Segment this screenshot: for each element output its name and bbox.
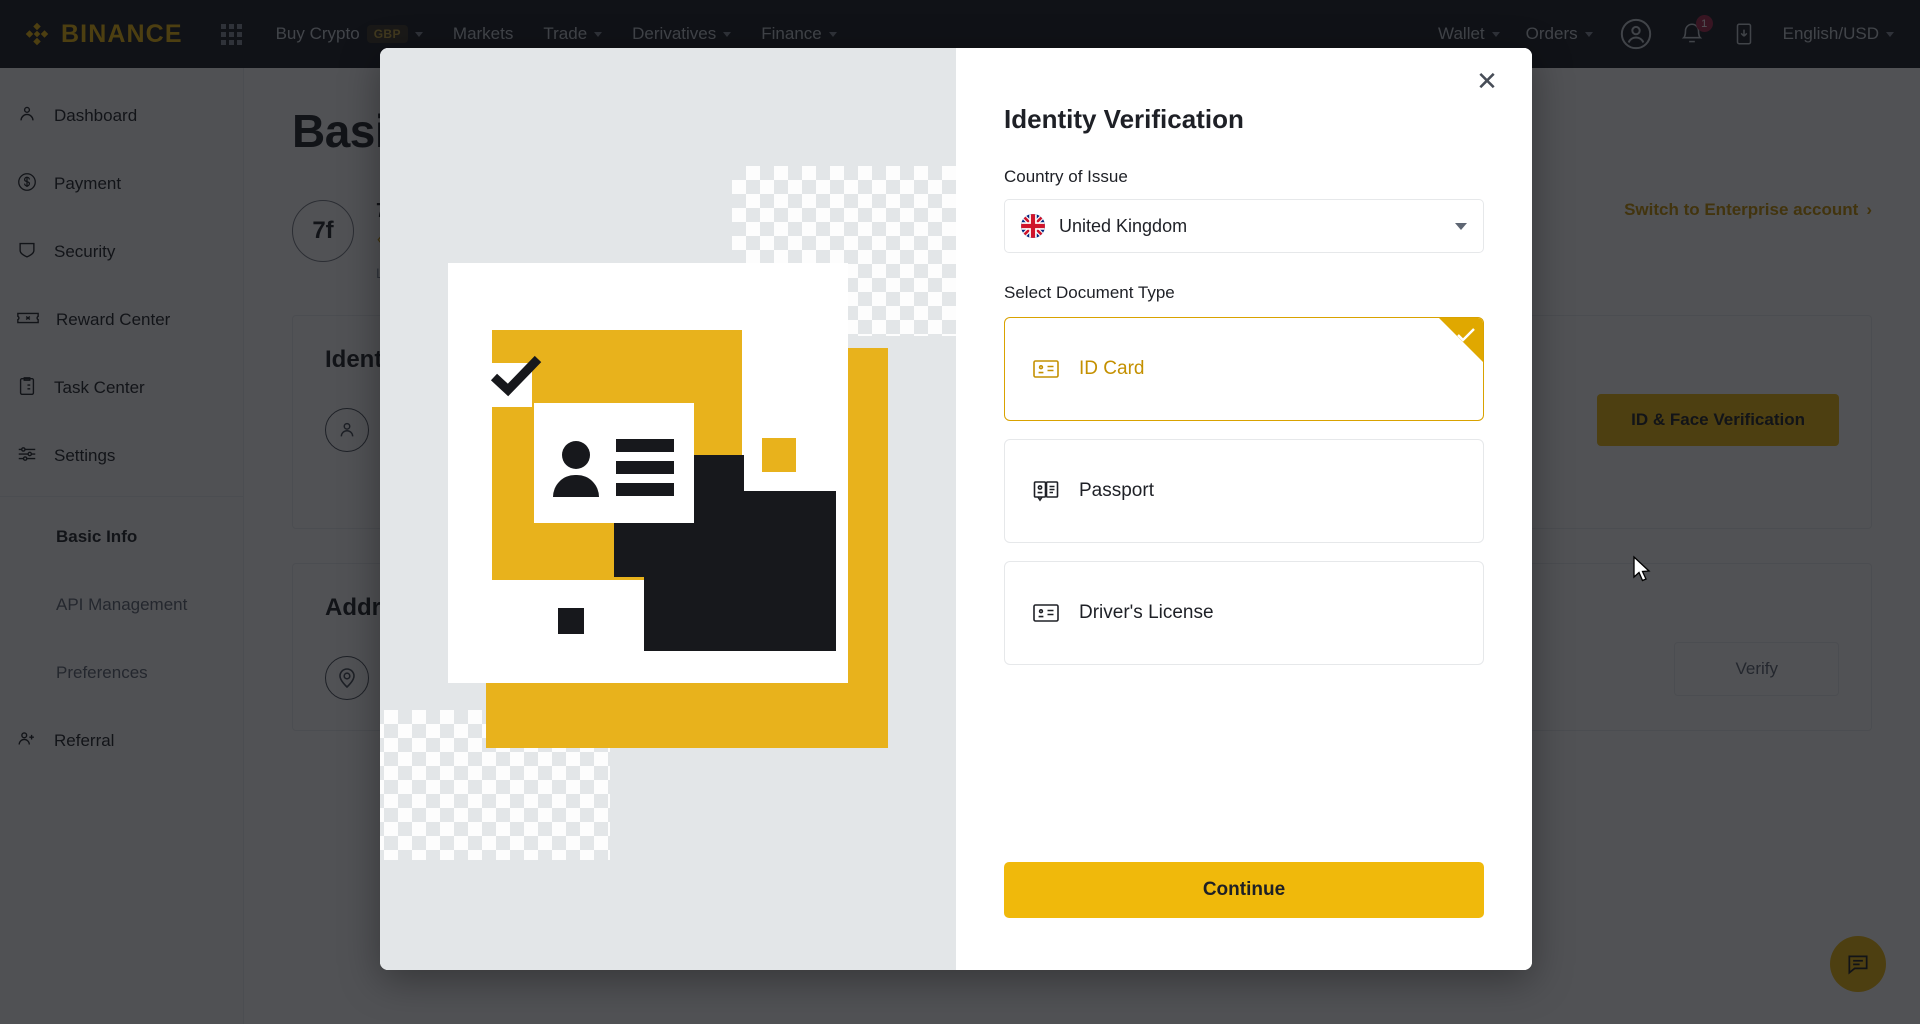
illustration-checkmark-icon (490, 355, 542, 401)
doc-option-id-card[interactable]: ID Card (1004, 317, 1484, 421)
country-of-issue-label: Country of Issue (1004, 167, 1128, 186)
identity-verification-modal: ✕ Identity Verification Country of Issue… (380, 48, 1532, 970)
illustration-white-card (448, 263, 848, 683)
illustration-text-line-3 (616, 483, 674, 496)
modal-footer: Continue (1004, 862, 1484, 918)
drivers-license-icon (1033, 600, 1059, 626)
doc-option-passport[interactable]: Passport (1004, 439, 1484, 543)
selected-check-corner (1439, 318, 1483, 362)
close-icon[interactable]: ✕ (1470, 64, 1504, 98)
mouse-cursor (1632, 555, 1654, 590)
id-card-icon (1033, 356, 1059, 382)
doc-option-label: Driver's License (1079, 602, 1214, 623)
country-select-value: United Kingdom (1059, 215, 1188, 236)
modal-form-panel: ✕ Identity Verification Country of Issue… (956, 48, 1532, 970)
illustration-small-gold-square (762, 438, 796, 472)
passport-icon (1033, 478, 1059, 504)
doc-option-drivers-license[interactable]: Driver's License (1004, 561, 1484, 665)
identity-document-illustration (448, 263, 888, 763)
modal-illustration-panel (380, 48, 956, 970)
doc-option-label: ID Card (1079, 358, 1145, 379)
uk-flag-icon (1021, 214, 1045, 238)
doc-option-label: Passport (1079, 480, 1154, 501)
country-select[interactable]: United Kingdom (1004, 199, 1484, 253)
select-document-type-label: Select Document Type (1004, 283, 1175, 302)
illustration-id-card (534, 403, 694, 523)
illustration-text-line-1 (616, 439, 674, 452)
modal-title: Identity Verification (1004, 104, 1244, 134)
illustration-small-dark-square (558, 608, 584, 634)
illustration-portrait-head (562, 441, 590, 469)
illustration-text-line-2 (616, 461, 674, 474)
continue-button[interactable]: Continue (1004, 862, 1484, 918)
chevron-down-icon (1455, 222, 1467, 230)
illustration-portrait-body (553, 475, 599, 497)
